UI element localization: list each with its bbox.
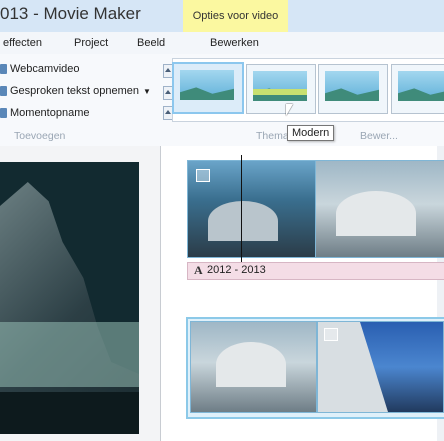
- gallery-label-edit: Bewer...: [360, 130, 398, 142]
- menu-effects[interactable]: effecten: [3, 37, 42, 49]
- clip-3[interactable]: [190, 321, 317, 413]
- microphone-icon: [0, 86, 7, 96]
- clip-1[interactable]: [187, 160, 317, 258]
- chevron-down-icon[interactable]: ▼: [143, 87, 151, 96]
- menu-project[interactable]: Project: [74, 37, 108, 49]
- playhead[interactable]: [241, 155, 242, 270]
- clip-4[interactable]: [317, 321, 444, 413]
- video-preview[interactable]: [0, 162, 139, 434]
- tooltip: Modern: [287, 125, 335, 141]
- menu-view[interactable]: Beeld: [137, 37, 165, 49]
- context-tab-label: Opties voor video: [192, 10, 279, 22]
- window-title: 013 - Movie Maker: [0, 4, 141, 23]
- record-narration-label: Gesproken tekst opnemen: [10, 85, 140, 97]
- transition-icon-2: [324, 328, 338, 341]
- camera-icon: [0, 108, 7, 118]
- text-caption-icon: A: [194, 263, 203, 277]
- gallery-label-theme: Thema: [256, 130, 289, 142]
- record-narration-button[interactable]: Gesproken tekst opnemen ▼: [0, 85, 151, 97]
- snapshot-label: Momentopname: [10, 107, 90, 119]
- transition-thumb-modern[interactable]: [246, 64, 316, 114]
- transition-icon: [196, 169, 210, 182]
- webcam-video-label: Webcamvideo: [10, 63, 80, 75]
- webcam-icon: [0, 64, 7, 74]
- transition-thumb-3[interactable]: [318, 64, 388, 114]
- snapshot-button[interactable]: Momentopname: [0, 107, 90, 119]
- context-tab-video-options[interactable]: Opties voor video: [183, 0, 288, 33]
- group-label-add: Toevoegen: [14, 130, 66, 142]
- webcam-video-button[interactable]: Webcamvideo: [0, 63, 80, 75]
- transition-thumb-4[interactable]: [391, 64, 444, 114]
- mouse-cursor-icon: [286, 104, 293, 116]
- caption-text: 2012 - 2013: [207, 264, 266, 276]
- menu-edit[interactable]: Bewerken: [210, 37, 259, 49]
- transition-thumb-1[interactable]: [172, 62, 244, 114]
- clip-2[interactable]: [315, 160, 444, 258]
